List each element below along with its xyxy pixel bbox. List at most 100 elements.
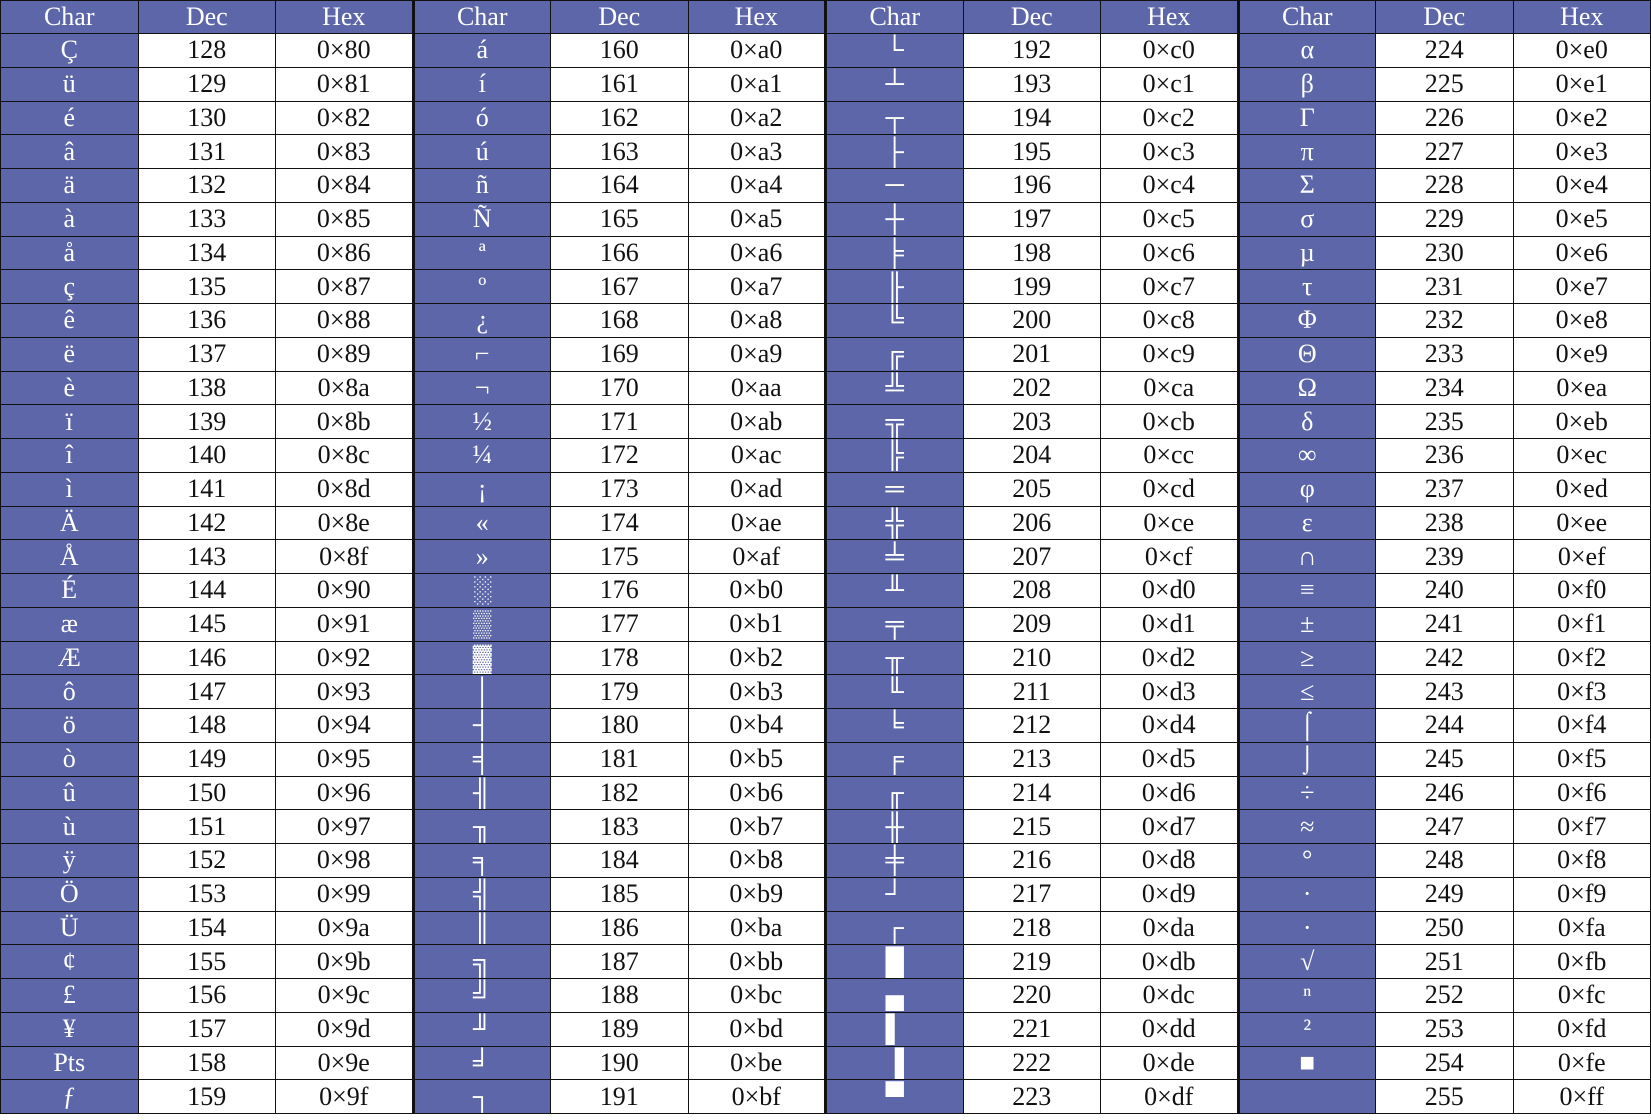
char-cell: Ç xyxy=(0,33,139,68)
dec-cell: 240 xyxy=(1375,573,1514,608)
column-header-char: Char xyxy=(1236,0,1376,34)
hex-cell: 0×ca xyxy=(1100,370,1239,406)
char-cell: ÷ xyxy=(1236,775,1376,811)
dec-cell: 210 xyxy=(962,640,1101,676)
dec-cell: 227 xyxy=(1375,134,1514,169)
char-cell: ° xyxy=(1236,843,1376,878)
char-cell: └ xyxy=(824,33,964,68)
char-cell: æ xyxy=(0,606,139,642)
char-cell: ¬ xyxy=(411,370,551,406)
char-cell: Σ xyxy=(1236,168,1376,203)
dec-cell: 150 xyxy=(137,775,276,811)
hex-cell: 0×a4 xyxy=(687,168,826,203)
column-header-char: Char xyxy=(824,0,964,34)
dec-cell: 165 xyxy=(550,201,689,237)
dec-cell: 217 xyxy=(962,876,1101,912)
dec-cell: 204 xyxy=(962,438,1101,473)
dec-cell: 179 xyxy=(550,674,689,709)
hex-cell: 0×e4 xyxy=(1512,168,1651,203)
dec-cell: 141 xyxy=(137,471,276,507)
char-cell: ╒ xyxy=(824,741,964,777)
table-row: Ü 154 0×9a ║ 186 0×ba ┌ 218 0×da · 250 0×fa xyxy=(0,910,1651,946)
hex-cell: 0×e6 xyxy=(1512,235,1651,271)
char-cell: ε xyxy=(1236,505,1376,541)
char-cell: ¢ xyxy=(0,944,139,979)
char-cell: ï xyxy=(0,404,139,439)
dec-cell: 232 xyxy=(1375,303,1514,338)
dec-cell: 209 xyxy=(962,606,1101,642)
hex-cell: 0×a5 xyxy=(687,201,826,237)
column-header-char: Char xyxy=(411,0,551,34)
dec-cell: 140 xyxy=(137,438,276,473)
table-row: £156 0×9c ╝ 188 0×bc ▄ 220 0×dc ⁿ 252 0×fc xyxy=(0,978,1651,1013)
dec-cell: 154 xyxy=(137,910,276,946)
char-cell: » xyxy=(411,539,551,574)
table-row: æ 145 0×91 ▒ 177 0×b1 ╤ 209 0×d1 ±241 0×f1 xyxy=(0,606,1651,642)
hex-cell: 0×ea xyxy=(1512,370,1651,406)
hex-cell: 0×fa xyxy=(1512,910,1651,946)
dec-cell: 130 xyxy=(137,100,276,136)
dec-cell: 254 xyxy=(1375,1045,1514,1081)
char-cell: ≤ xyxy=(1236,674,1376,709)
char-cell: ⌐ xyxy=(411,336,551,372)
hex-cell: 0×fe xyxy=(1512,1045,1651,1081)
table-row: ò 149 0×95 ╡ 181 0×b5 ╒ 213 0×d5 ⌡ 245 0×f5 xyxy=(0,741,1651,777)
dec-cell: 215 xyxy=(962,809,1101,844)
dec-cell: 129 xyxy=(137,66,276,102)
hex-cell: 0×a0 xyxy=(687,33,826,68)
column-header-hex: Hex xyxy=(275,0,414,34)
hex-cell: 0×e1 xyxy=(1512,66,1651,102)
hex-cell: 0×ef xyxy=(1512,539,1651,574)
char-cell: ║ xyxy=(411,910,551,946)
char-cell: ┤ xyxy=(411,708,551,743)
hex-cell: 0×98 xyxy=(275,843,414,878)
hex-cell: 0×d4 xyxy=(1100,708,1239,743)
table-row: Ç 128 0×80 á 160 0×a0 └ 192 0×c0 α 224 0×e0 xyxy=(0,33,1651,68)
dec-cell: 223 xyxy=(962,1079,1101,1114)
dec-cell: 234 xyxy=(1375,370,1514,406)
dec-cell: 184 xyxy=(550,843,689,878)
hex-cell: 0×de xyxy=(1100,1045,1239,1081)
hex-cell: 0×f0 xyxy=(1512,573,1651,608)
hex-cell: 0×db xyxy=(1100,944,1239,979)
dec-cell: 221 xyxy=(962,1011,1101,1047)
char-cell: Ü xyxy=(0,910,139,946)
char-cell: í xyxy=(411,66,551,102)
hex-cell: 0×b0 xyxy=(687,573,826,608)
hex-cell: 0×92 xyxy=(275,640,414,676)
dec-cell: 242 xyxy=(1375,640,1514,676)
table-row: ÿ 152 0×98 ╕ 184 0×b8 ╪ 216 0×d8 ° 248 0×f8 xyxy=(0,843,1651,878)
char-cell: ├ xyxy=(824,134,964,169)
hex-cell: 0×e0 xyxy=(1512,33,1651,68)
dec-cell: 166 xyxy=(550,235,689,271)
dec-cell: 233 xyxy=(1375,336,1514,372)
hex-cell: 0×97 xyxy=(275,809,414,844)
char-cell: ö xyxy=(0,708,139,743)
char-cell: √ xyxy=(1236,944,1376,979)
table-row: Pts 158 0×9e ╛ 190 0×be ▐ 222 0×de ■ 254 0×fe xyxy=(0,1045,1651,1081)
hex-cell: 0×99 xyxy=(275,876,414,912)
dec-cell: 137 xyxy=(137,336,276,372)
character-code-table: Char Dec Hex Char Dec Hex Char Dec Hex Char Dec Hex… xyxy=(0,0,1651,1114)
char-cell: ¥ xyxy=(0,1011,139,1047)
dec-cell: 147 xyxy=(137,674,276,709)
char-cell: ═ xyxy=(824,471,964,507)
dec-cell: 186 xyxy=(550,910,689,946)
dec-cell: 139 xyxy=(137,404,276,439)
hex-cell: 0×fb xyxy=(1512,944,1651,979)
hex-cell: 0×c6 xyxy=(1100,235,1239,271)
char-cell: û xyxy=(0,775,139,811)
hex-cell: 0×e7 xyxy=(1512,269,1651,304)
hex-cell: 0×c4 xyxy=(1100,168,1239,203)
char-cell: τ xyxy=(1236,269,1376,304)
char-cell: α xyxy=(1236,33,1376,68)
hex-cell: 0×df xyxy=(1100,1079,1239,1114)
hex-cell: 0×bf xyxy=(687,1079,826,1114)
dec-cell: 153 xyxy=(137,876,276,912)
char-cell: ô xyxy=(0,674,139,709)
char-cell: ¿ xyxy=(411,303,551,338)
table-row: ¥157 0×9d ╜ 189 0×bd ▌ 221 0×dd ² 253 0×fd xyxy=(0,1011,1651,1047)
dec-cell: 189 xyxy=(550,1011,689,1047)
hex-cell: 0×d9 xyxy=(1100,876,1239,912)
char-cell: « xyxy=(411,505,551,541)
